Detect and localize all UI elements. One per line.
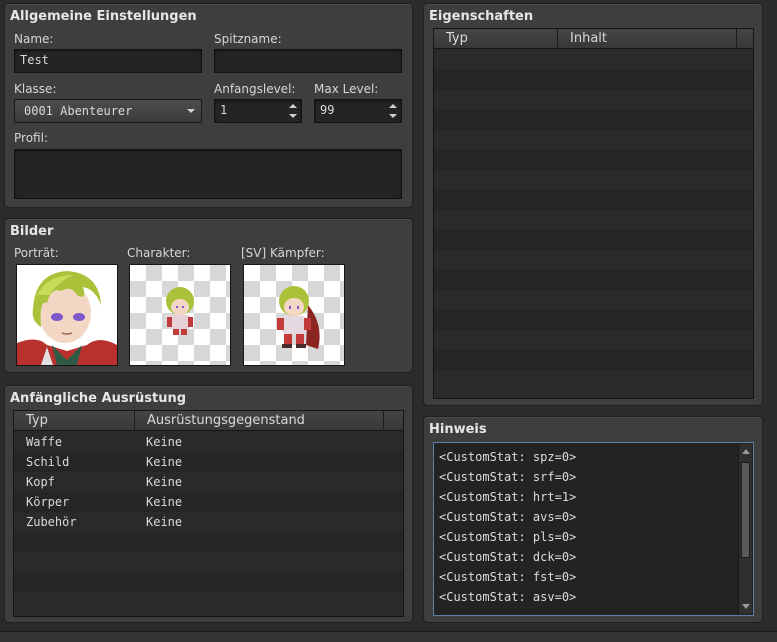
table-row[interactable]	[434, 290, 753, 310]
note-line: <CustomStat: spz=0>	[439, 450, 577, 464]
nickname-label: Spitzname:	[214, 32, 282, 46]
scrollbar-thumb[interactable]	[741, 462, 750, 558]
equipment-type-cell: Körper	[26, 495, 70, 509]
traits-panel: Eigenschaften Typ Inhalt	[423, 3, 763, 406]
dropdown-arrow-icon	[187, 109, 195, 113]
table-row[interactable]	[434, 270, 753, 290]
equipment-item-cell: Keine	[146, 435, 183, 449]
table-row[interactable]	[434, 70, 753, 90]
traits-col-content[interactable]: Inhalt	[558, 29, 737, 49]
note-textarea[interactable]: <CustomStat: spz=0> <CustomStat: srf=0> …	[433, 442, 754, 616]
scroll-down-icon[interactable]	[742, 604, 750, 609]
table-row[interactable]	[434, 170, 753, 190]
initial-level-label: Anfangslevel:	[214, 82, 296, 96]
max-level-spin-buttons[interactable]	[388, 102, 398, 120]
spin-down-icon[interactable]	[389, 114, 397, 118]
table-row	[14, 552, 403, 572]
battler-sprite-icon	[277, 286, 320, 349]
portrait-face-icon	[17, 265, 117, 365]
spin-up-icon[interactable]	[289, 104, 297, 108]
equipment-item-cell: Keine	[146, 475, 183, 489]
equipment-table-header: Typ Ausrüstungsgegenstand	[14, 411, 403, 431]
class-select-value: 0001 Abenteurer	[24, 104, 133, 118]
note-line: <CustomStat: srf=0>	[439, 470, 577, 484]
profile-textarea[interactable]	[14, 149, 402, 199]
nickname-input[interactable]	[214, 49, 402, 73]
table-row[interactable]: Waffe Keine	[14, 432, 403, 452]
note-line: <CustomStat: dck=0>	[439, 550, 577, 564]
note-line: <CustomStat: pls=0>	[439, 530, 577, 544]
table-row[interactable]: Kopf Keine	[14, 472, 403, 492]
bottom-bar	[0, 631, 777, 642]
table-row[interactable]: Schild Keine	[14, 452, 403, 472]
max-level-label: Max Level:	[314, 82, 379, 96]
equipment-col-type[interactable]: Typ	[14, 411, 135, 431]
scroll-up-icon[interactable]	[742, 449, 750, 454]
character-sprite-icon	[166, 287, 194, 335]
portrait-label: Porträt:	[14, 246, 59, 260]
name-label: Name:	[14, 32, 54, 46]
class-select[interactable]: 0001 Abenteurer	[14, 99, 202, 123]
class-label: Klasse:	[14, 82, 57, 96]
initial-level-spinner[interactable]: 1	[214, 99, 302, 123]
equipment-title: Anfängliche Ausrüstung	[10, 391, 187, 406]
traits-title: Eigenschaften	[429, 9, 534, 24]
table-row[interactable]	[434, 330, 753, 350]
table-row[interactable]	[434, 90, 753, 110]
equipment-item-cell: Keine	[146, 515, 183, 529]
traits-table-header: Typ Inhalt	[434, 29, 753, 49]
portrait-image[interactable]	[16, 264, 118, 366]
equipment-type-cell: Zubehör	[26, 515, 77, 529]
battler-image[interactable]	[243, 264, 345, 366]
table-row	[14, 572, 403, 592]
note-line: <CustomStat: asv=0>	[439, 590, 577, 604]
max-level-spinner[interactable]: 99	[314, 99, 402, 123]
table-row[interactable]	[434, 110, 753, 130]
table-row[interactable]	[434, 150, 753, 170]
table-row[interactable]	[434, 190, 753, 210]
table-row[interactable]	[434, 210, 753, 230]
name-input[interactable]: Test	[14, 49, 202, 73]
note-scrollbar[interactable]	[738, 444, 752, 614]
equipment-panel: Anfängliche Ausrüstung Typ Ausrüstungsge…	[4, 385, 413, 623]
note-panel: Hinweis <CustomStat: spz=0> <CustomStat:…	[423, 416, 763, 623]
note-line: <CustomStat: avs=0>	[439, 510, 577, 524]
images-panel: Bilder Porträt: Charakter: [SV] Kämpfer:	[4, 218, 413, 373]
equipment-item-cell: Keine	[146, 495, 183, 509]
table-row[interactable]: Zubehör Keine	[14, 512, 403, 532]
traits-col-type[interactable]: Typ	[434, 29, 558, 49]
equipment-type-cell: Waffe	[26, 435, 63, 449]
battler-label: [SV] Kämpfer:	[241, 246, 325, 260]
table-row[interactable]	[434, 130, 753, 150]
table-row[interactable]	[434, 310, 753, 330]
equipment-col-item[interactable]: Ausrüstungsgegenstand	[135, 411, 384, 431]
table-row[interactable]	[434, 250, 753, 270]
spin-down-icon[interactable]	[289, 114, 297, 118]
equipment-type-cell: Kopf	[26, 475, 55, 489]
general-settings-panel: Allgemeine Einstellungen Name: Test Spit…	[4, 3, 413, 208]
max-level-value: 99	[320, 103, 335, 117]
note-title: Hinweis	[429, 422, 487, 437]
character-label: Charakter:	[127, 246, 191, 260]
general-settings-title: Allgemeine Einstellungen	[10, 9, 197, 24]
initial-level-value: 1	[220, 103, 228, 117]
table-row	[14, 592, 403, 612]
traits-table[interactable]: Typ Inhalt	[433, 28, 754, 399]
table-row[interactable]	[434, 230, 753, 250]
equipment-type-cell: Schild	[26, 455, 70, 469]
images-title: Bilder	[10, 224, 54, 239]
equipment-table[interactable]: Typ Ausrüstungsgegenstand Waffe Keine Sc…	[13, 410, 404, 617]
profile-label: Profil:	[14, 131, 48, 145]
table-row	[14, 532, 403, 552]
equipment-item-cell: Keine	[146, 455, 183, 469]
table-row[interactable]	[434, 370, 753, 390]
table-row[interactable]	[434, 50, 753, 70]
table-row[interactable]	[434, 350, 753, 370]
character-image[interactable]	[129, 264, 231, 366]
note-line: <CustomStat: fst=0>	[439, 570, 577, 584]
spin-up-icon[interactable]	[389, 104, 397, 108]
note-line: <CustomStat: hrt=1>	[439, 490, 577, 504]
table-row[interactable]: Körper Keine	[14, 492, 403, 512]
initial-level-spin-buttons[interactable]	[288, 102, 298, 120]
